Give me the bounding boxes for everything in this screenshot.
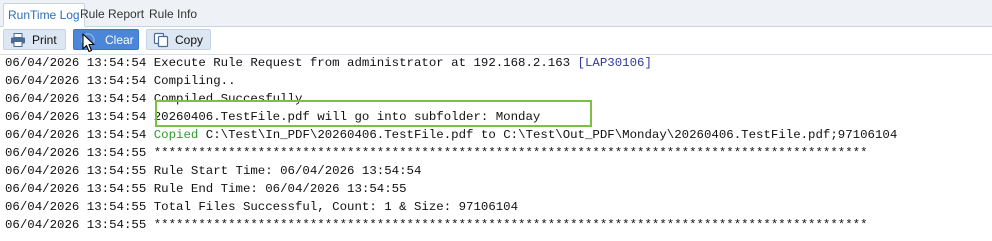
- log-text: 06/04/2026 13:54:54: [5, 128, 154, 142]
- log-line: 06/04/2026 13:54:54 Execute Rule Request…: [5, 55, 652, 72]
- tab-rule-info[interactable]: Rule Info: [145, 3, 201, 27]
- log-line: 06/04/2026 13:54:55 ********************…: [5, 217, 868, 234]
- log-text: 06/04/2026 13:54:55 Rule End Time: 06/04…: [5, 182, 407, 196]
- clear-label: Clear: [105, 33, 134, 47]
- mouse-cursor-icon: [82, 33, 95, 53]
- log-text: 06/04/2026 13:54:54 Execute Rule Request…: [5, 56, 578, 70]
- log-line: 06/04/2026 13:54:55 Rule End Time: 06/04…: [5, 181, 407, 198]
- log-text: 06/04/2026 13:54:55 Total Files Successf…: [5, 200, 519, 214]
- print-button[interactable]: Print: [3, 29, 66, 50]
- tab-rule-report[interactable]: Rule Report: [76, 3, 148, 27]
- log-line: 06/04/2026 13:54:54 Copied C:\Test\In_PD…: [5, 127, 897, 144]
- log-line: 06/04/2026 13:54:55 ********************…: [5, 145, 868, 162]
- printer-icon: [11, 33, 25, 47]
- copy-label: Copy: [175, 33, 204, 47]
- log-text: 06/04/2026 13:54:55 ********************…: [5, 146, 868, 160]
- log-text: 06/04/2026 13:54:54 Compiling..: [5, 74, 236, 88]
- log-line: 06/04/2026 13:54:55 Rule Start Time: 06/…: [5, 163, 421, 180]
- log-line: 06/04/2026 13:54:55 Total Files Successf…: [5, 199, 518, 216]
- copy-icon: [153, 32, 169, 48]
- log-text: 06/04/2026 13:54:55 ********************…: [5, 218, 868, 232]
- log-copied-keyword: Copied: [153, 128, 199, 142]
- highlight-annotation-box: [155, 100, 592, 127]
- log-line: 06/04/2026 13:54:54 Compiling..: [5, 73, 236, 90]
- copy-button[interactable]: Copy: [146, 29, 211, 50]
- runtime-log-output[interactable]: 06/04/2026 13:54:54 Execute Rule Request…: [0, 55, 992, 241]
- print-label: Print: [32, 33, 57, 47]
- log-text: 06/04/2026 13:54:55 Rule Start Time: 06/…: [5, 164, 422, 178]
- tab-runtime-log[interactable]: RunTime Log: [3, 3, 85, 27]
- tab-bar: RunTime Log Rule Report Rule Info: [0, 0, 992, 27]
- log-text: C:\Test\In_PDF\20260406.TestFile.pdf to …: [198, 128, 898, 142]
- log-host-tag: [LAP30106]: [577, 56, 652, 70]
- toolbar: Print Clear Copy: [0, 27, 992, 55]
